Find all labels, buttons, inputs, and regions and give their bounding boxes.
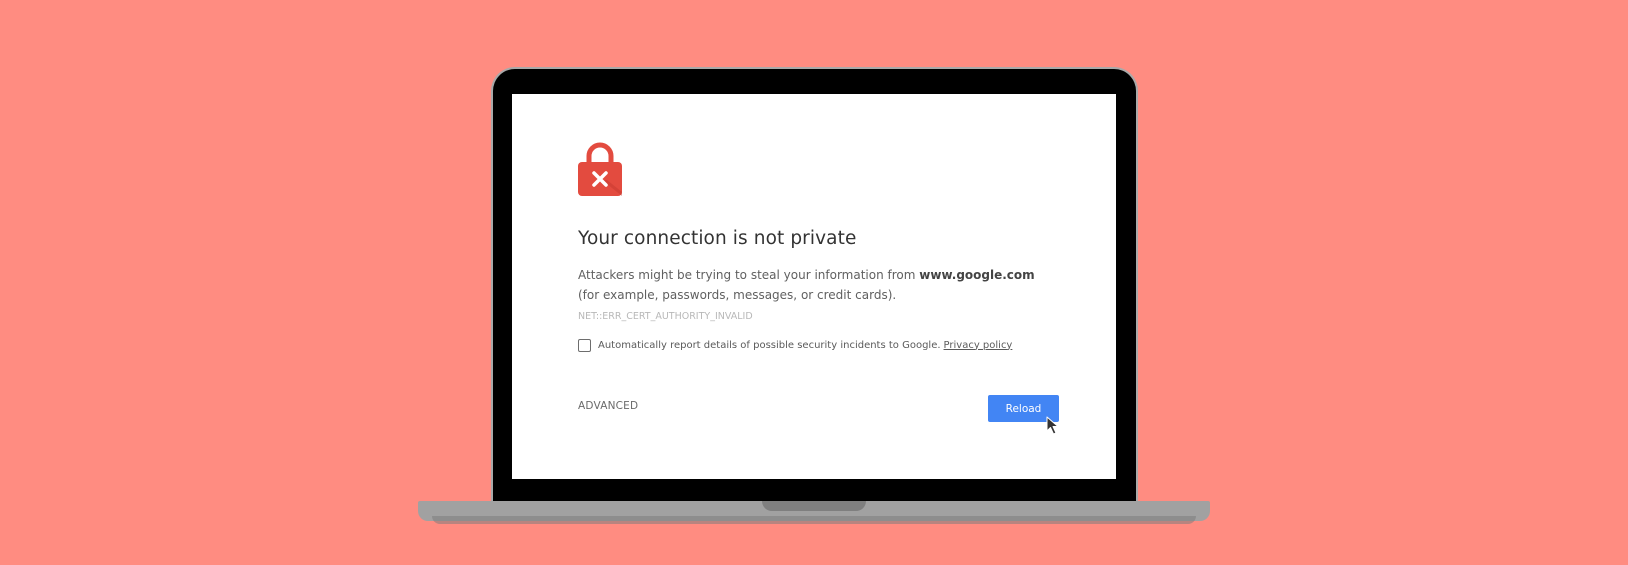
- browser-screen: Your connection is not private Attackers…: [512, 94, 1116, 479]
- report-label: Automatically report details of possible…: [598, 340, 1012, 351]
- message-text-continued: (for example, passwords, messages, or cr…: [578, 288, 897, 302]
- report-checkbox[interactable]: [578, 338, 591, 352]
- report-option: Automatically report details of possible…: [578, 337, 1048, 353]
- message-text: Attackers might be trying to steal your …: [578, 268, 920, 282]
- page-title: Your connection is not private: [578, 228, 857, 249]
- report-text: Automatically report details of possible…: [598, 339, 941, 351]
- error-code: NET::ERR_CERT_AUTHORITY_INVALID: [578, 311, 753, 322]
- laptop-base-shadow: [432, 516, 1196, 524]
- advanced-button[interactable]: ADVANCED: [578, 400, 638, 412]
- domain-name: www.google.com: [919, 268, 1035, 282]
- lock-error-icon: [578, 142, 622, 196]
- mouse-pointer-icon: [1046, 416, 1059, 435]
- laptop-notch: [762, 501, 866, 511]
- privacy-policy-link[interactable]: Privacy policy: [944, 340, 1013, 351]
- error-message: Attackers might be trying to steal your …: [578, 265, 1048, 327]
